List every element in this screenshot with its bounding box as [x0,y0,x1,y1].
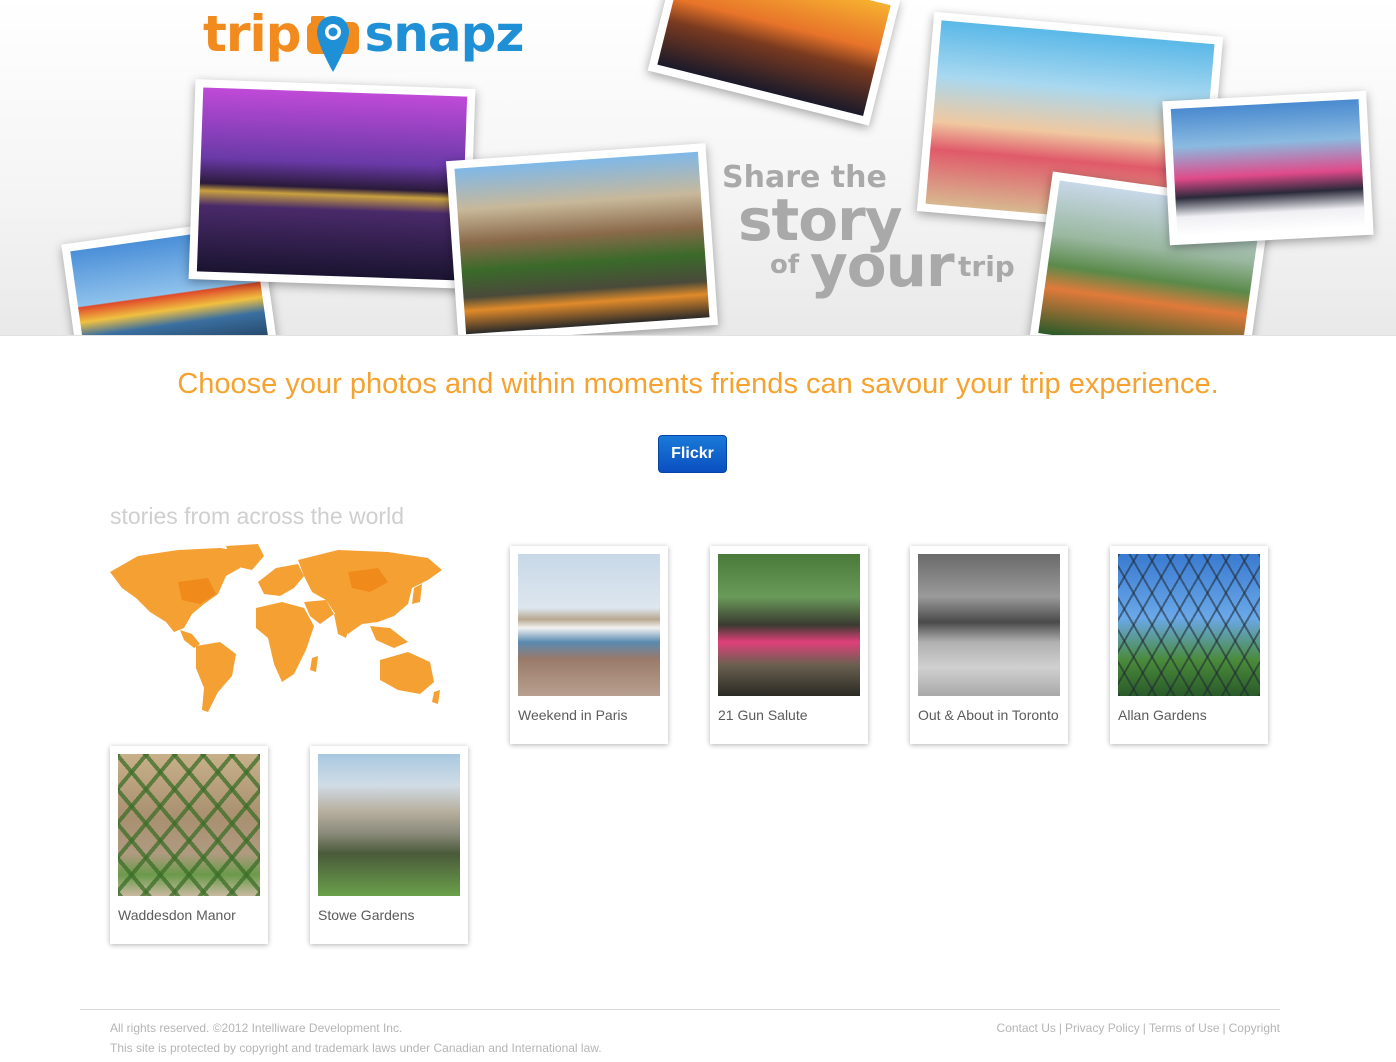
terms-of-use-link[interactable]: Terms of Use [1149,1018,1220,1038]
tagline-trip: trip [958,250,1015,283]
story-title: 21 Gun Salute [718,707,808,723]
footer-protection: This site is protected by copyright and … [110,1041,602,1055]
story-title: Allan Gardens [1118,707,1207,723]
story-thumbnail [318,754,460,896]
copyright-link[interactable]: Copyright [1229,1018,1280,1038]
story-thumbnail [1118,554,1260,696]
story-title: Waddesdon Manor [118,907,236,923]
footer-legal: All rights reserved. ©2012 Intelliware D… [110,1018,602,1058]
link-separator: | [1058,1021,1063,1035]
flickr-button[interactable]: Flickr [658,435,727,473]
story-card-21-gun-salute[interactable]: 21 Gun Salute [710,546,868,744]
footer-divider [80,1009,1280,1010]
story-title: Stowe Gardens [318,907,415,923]
footer-rights: All rights reserved. ©2012 Intelliware D… [110,1021,403,1035]
camera-pin-icon [305,4,361,74]
story-card-waddesdon-manor[interactable]: Waddesdon Manor [110,746,268,944]
story-thumbnail [918,554,1060,696]
logo-word-snapz: snapz [364,5,525,63]
tripsnapz-logo[interactable]: trip snapz [203,4,525,74]
world-map[interactable] [108,542,446,714]
contact-us-link[interactable]: Contact Us [997,1018,1056,1038]
story-card-out-about-toronto[interactable]: Out & About in Toronto [910,546,1068,744]
stories-section-title: stories from across the world [110,503,404,529]
logo-word-trip: trip [203,5,301,63]
story-card-weekend-in-paris[interactable]: Weekend in Paris [510,546,668,744]
story-title: Weekend in Paris [518,707,628,723]
main-headline: Choose your photos and within moments fr… [177,368,1219,400]
hero-photo-berlin-night [188,79,476,289]
story-card-stowe-gardens[interactable]: Stowe Gardens [310,746,468,944]
link-separator: | [1142,1021,1146,1035]
story-thumbnail [518,554,660,696]
hero-photo-skiing [1162,90,1374,246]
link-separator: | [1222,1021,1226,1035]
story-card-allan-gardens[interactable]: Allan Gardens [1110,546,1268,744]
footer-links: Contact Us | Privacy Policy | Terms of U… [997,1018,1280,1038]
story-title: Out & About in Toronto [918,707,1059,723]
hero-photo-amsterdam [445,143,719,335]
story-thumbnail [118,754,260,896]
tagline-your: your [810,232,955,300]
tagline-of: of [770,250,800,280]
privacy-policy-link[interactable]: Privacy Policy [1065,1018,1140,1038]
hero-banner: trip snapz Share the story of your trip [0,0,1396,336]
hero-photo-paris-sunset [647,0,901,126]
story-thumbnail [718,554,860,696]
